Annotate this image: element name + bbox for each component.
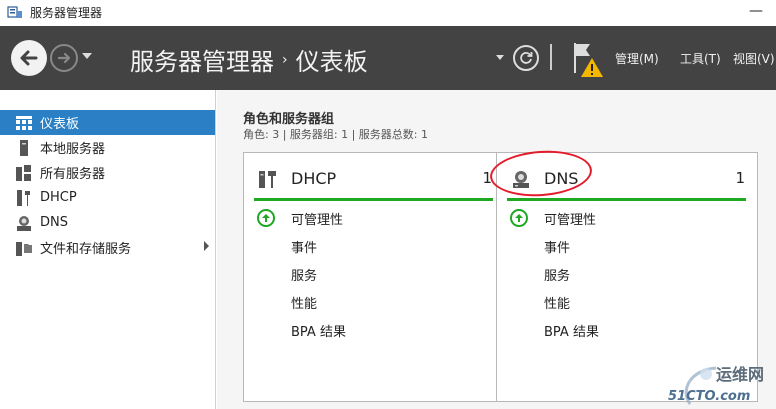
dhcp-icon [16,189,32,206]
sidebar-item-label: 文件和存储服务 [40,242,132,257]
window-title: 服务器管理器 [30,6,103,20]
refresh-button[interactable] [513,45,539,71]
breadcrumb: 服务器管理器 › 仪表板 [130,42,368,77]
sidebar-item-all-servers[interactable]: 所有服务器 [0,160,215,185]
breadcrumb-app[interactable]: 服务器管理器 [130,48,274,76]
section-summary: 角色: 3 | 服务器组: 1 | 服务器总数: 1 [243,128,429,141]
dashboard-icon [16,115,32,131]
tile-row-performance[interactable]: 性能 [291,293,317,312]
back-button[interactable] [11,40,47,76]
sidebar-item-local-server[interactable]: 本地服务器 [0,135,215,160]
servers-icon [16,164,32,181]
forward-button[interactable] [50,44,78,72]
header-bar: 服务器管理器 › 仪表板 管理(M) 工具(T) 视图(V) [0,26,776,90]
sidebar-item-file-storage[interactable]: 文件和存储服务 [0,235,215,260]
server-icon [16,139,32,156]
tile-row-services[interactable]: 服务 [544,265,570,284]
forward-arrow-icon [57,52,71,64]
menu-view[interactable]: 视图(V) [733,50,775,67]
server-manager-app-icon [7,6,22,18]
tile-row-manageability[interactable]: 可管理性 [544,209,596,228]
tile-title[interactable]: DHCP [291,169,336,188]
sidebar-item-label: DNS [40,215,68,230]
sidebar-item-label: 所有服务器 [40,167,106,182]
sidebar-item-label: 本地服务器 [40,142,106,157]
history-dropdown-icon[interactable] [82,53,92,59]
sidebar-item-dhcp[interactable]: DHCP [0,185,215,210]
header-dropdown-icon[interactable] [496,55,504,60]
section-title: 角色和服务器组 [243,112,335,127]
tile-count: 1 [735,169,745,187]
refresh-icon [520,52,533,64]
tile-row-bpa-results[interactable]: BPA 结果 [291,321,346,340]
header-divider [550,44,552,70]
breadcrumb-page: 仪表板 [295,48,368,76]
role-tile-dhcp[interactable]: DHCP 1 可管理性 事件 服务 性能 BPA 结果 [243,152,505,402]
back-arrow-icon [20,50,38,66]
notifications-flag-icon[interactable] [570,40,604,78]
sidebar-item-dns[interactable]: DNS [0,210,215,235]
tile-row-performance[interactable]: 性能 [544,293,570,312]
sidebar: 仪表板 本地服务器 所有服务器 DHCP DNS 文件和存储服务 [0,90,216,409]
dhcp-role-icon [259,171,276,188]
tile-row-bpa-results[interactable]: BPA 结果 [544,321,599,340]
watermark-line2: 51CTO.com [668,389,751,404]
status-bar [507,198,746,201]
tile-row-events[interactable]: 事件 [544,237,570,256]
sidebar-item-dashboard[interactable]: 仪表板 [0,110,215,135]
tile-row-manageability[interactable]: 可管理性 [291,209,343,228]
minimize-button[interactable]: — [736,0,776,26]
expand-arrow-icon[interactable] [204,241,209,251]
sidebar-item-label: 仪表板 [40,117,80,132]
status-up-icon [257,209,275,227]
menu-manage[interactable]: 管理(M) [615,50,659,67]
watermark-line1: 运维网 [716,365,765,384]
tile-row-events[interactable]: 事件 [291,237,317,256]
status-bar [254,198,493,201]
sidebar-item-label: DHCP [40,190,77,205]
status-up-icon [510,209,528,227]
tile-row-services[interactable]: 服务 [291,265,317,284]
menu-tools[interactable]: 工具(T) [680,50,721,67]
dns-icon [16,215,32,231]
breadcrumb-separator-icon: › [282,52,288,68]
title-bar: 服务器管理器 — [0,0,776,26]
file-storage-icon [16,240,32,256]
